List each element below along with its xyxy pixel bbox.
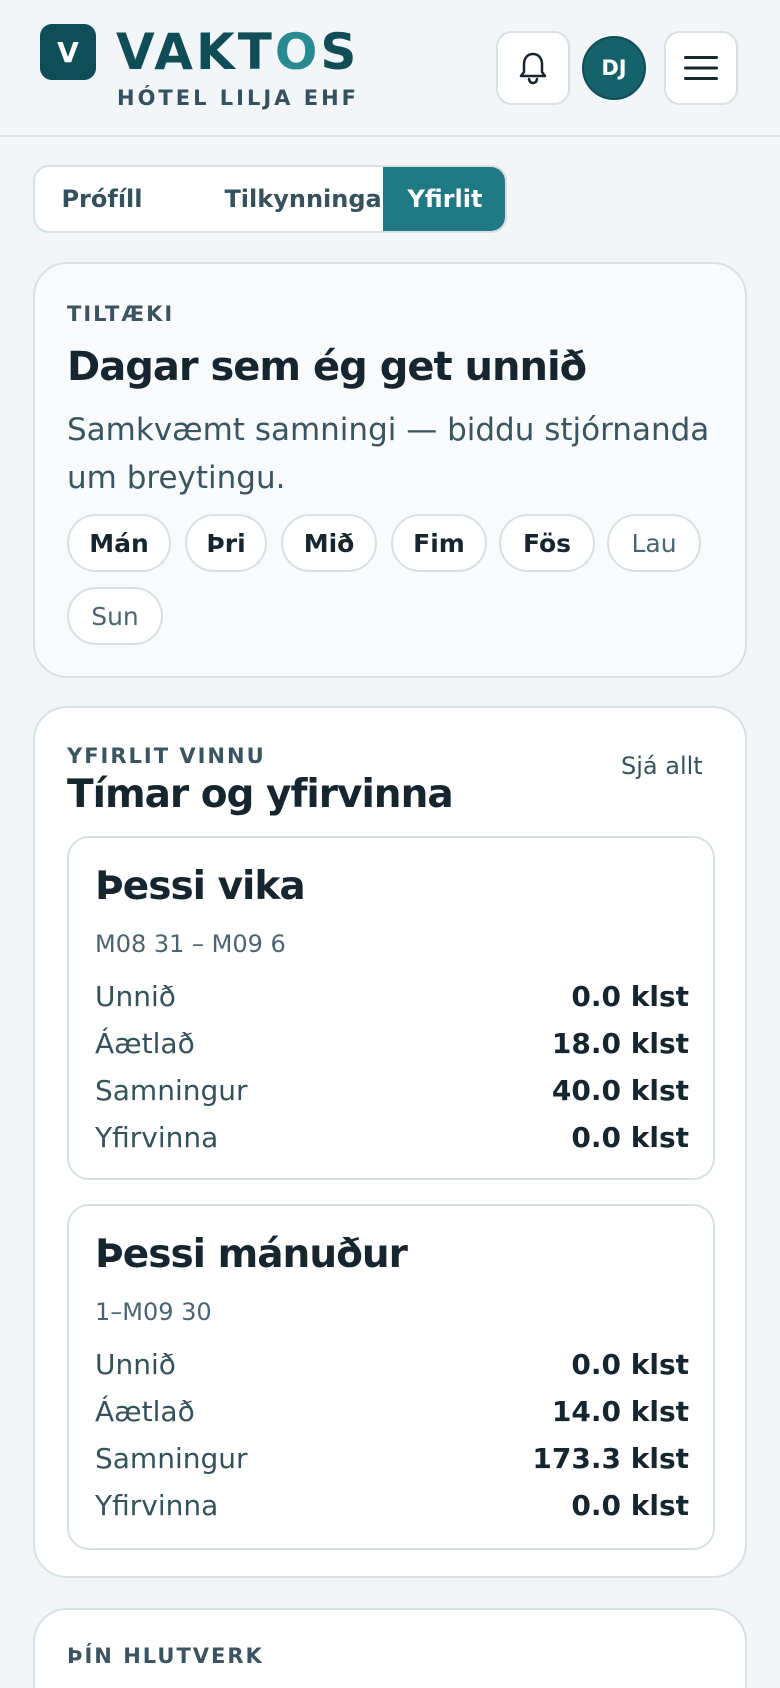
work-summary-card: YFIRLIT VINNU Tímar og yfirvinna Sjá all… (33, 706, 747, 1578)
availability-title: Dagar sem ég get unnið (67, 344, 587, 390)
summary-row: Unnið 0.0 klst (95, 980, 689, 1020)
day-chip-thu[interactable]: Fim (391, 514, 487, 572)
day-chip-sun[interactable]: Sun (67, 587, 163, 645)
row-label: Yfirvinna (95, 1489, 219, 1522)
row-label: Unnið (95, 1348, 176, 1381)
avatar-initials: DJ (601, 56, 627, 80)
avatar[interactable]: DJ (582, 36, 646, 100)
row-value: 0.0 klst (571, 1348, 689, 1381)
company-name: HÓTEL LILJA EHF (117, 86, 360, 110)
row-label: Yfirvinna (95, 1121, 219, 1154)
row-label: Samningur (95, 1442, 248, 1475)
roles-eyebrow: ÞÍN HLUTVERK (67, 1644, 264, 1668)
row-value: 0.0 klst (571, 1489, 689, 1522)
summary-row: Yfirvinna 0.0 klst (95, 1489, 689, 1529)
menu-button[interactable] (664, 31, 738, 105)
row-value: 40.0 klst (551, 1074, 689, 1107)
row-label: Samningur (95, 1074, 248, 1107)
day-chip-fri[interactable]: Fös (499, 514, 595, 572)
brand-name: VAKTOS (116, 22, 359, 82)
availability-description: Samkvæmt samningi — biddu stjórnanda um … (67, 412, 710, 496)
summary-title: Tímar og yfirvinna (67, 772, 454, 817)
menu-icon (684, 56, 718, 80)
summary-row: Áætlað 14.0 klst (95, 1395, 689, 1435)
row-label: Áætlað (95, 1395, 195, 1428)
month-summary: Þessi mánuður 1–M09 30 Unnið 0.0 klst Áæ… (67, 1204, 715, 1550)
notifications-button[interactable] (496, 31, 570, 105)
row-value: 18.0 klst (551, 1027, 689, 1060)
bell-icon (519, 52, 547, 85)
month-range: 1–M09 30 (95, 1298, 212, 1326)
day-chip-tue[interactable]: Þri (185, 514, 267, 572)
availability-eyebrow: TILTÆKI (67, 302, 175, 326)
day-chip-wed[interactable]: Mið (281, 514, 377, 572)
row-label: Unnið (95, 980, 176, 1013)
brand-end: S (320, 23, 360, 81)
row-value: 173.3 klst (532, 1442, 689, 1475)
availability-card: TILTÆKI Dagar sem ég get unnið Samkvæmt … (33, 262, 747, 678)
logo-letter: V (57, 35, 79, 69)
tab-bar: Prófíll Tilkynningar Yfirlit (33, 165, 507, 233)
summary-row: Unnið 0.0 klst (95, 1348, 689, 1388)
week-title: Þessi vika (95, 864, 306, 909)
brand-main: VAKT (116, 23, 275, 81)
row-value: 0.0 klst (571, 1121, 689, 1154)
tab-overview[interactable]: Yfirlit (383, 167, 505, 231)
row-value: 14.0 klst (551, 1395, 689, 1428)
roles-card: ÞÍN HLUTVERK (33, 1608, 747, 1688)
see-all-link[interactable]: Sjá allt (621, 752, 703, 780)
day-chip-mon[interactable]: Mán (67, 514, 171, 572)
tab-profile[interactable]: Prófíll (35, 167, 169, 231)
summary-row: Samningur 40.0 klst (95, 1074, 689, 1114)
brand-accent: O (274, 23, 321, 81)
summary-row: Samningur 173.3 klst (95, 1442, 689, 1482)
logo-icon: V (40, 24, 96, 80)
row-value: 0.0 klst (571, 980, 689, 1013)
week-summary: Þessi vika M08 31 – M09 6 Unnið 0.0 klst… (67, 836, 715, 1180)
day-chip-sat[interactable]: Lau (607, 514, 701, 572)
month-title: Þessi mánuður (95, 1232, 408, 1277)
summary-eyebrow: YFIRLIT VINNU (67, 744, 266, 768)
app-header: V VAKTOS HÓTEL LILJA EHF DJ (0, 0, 780, 137)
row-label: Áætlað (95, 1027, 195, 1060)
week-range: M08 31 – M09 6 (95, 930, 286, 958)
summary-row: Áætlað 18.0 klst (95, 1027, 689, 1067)
summary-row: Yfirvinna 0.0 klst (95, 1121, 689, 1161)
